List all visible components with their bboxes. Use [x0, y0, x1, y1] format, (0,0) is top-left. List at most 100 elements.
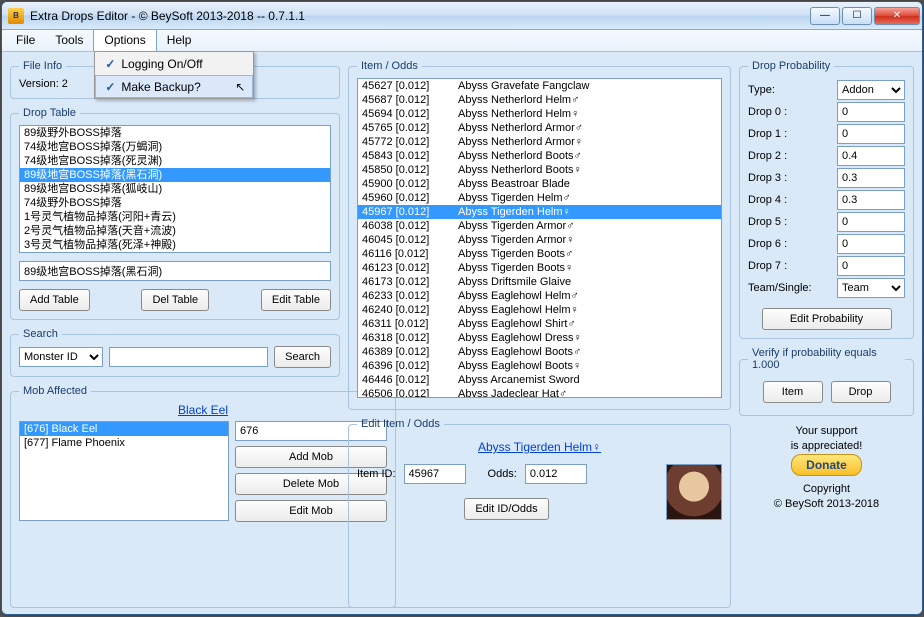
menu-logging-label: Logging On/Off	[121, 57, 202, 71]
menu-backup[interactable]: ✓ Make Backup? ↖	[95, 75, 253, 98]
drop3-label: Drop 3 :	[748, 172, 787, 184]
drop-table-row[interactable]: 74级地宫BOSS掉落(死灵渊)	[20, 154, 330, 168]
drop3-input[interactable]	[837, 168, 905, 188]
item-thumbnail	[666, 464, 722, 520]
check-icon: ✓	[99, 80, 121, 94]
item-odds-row[interactable]: 45694 [0.012]Abyss Netherlord Helm♀	[358, 107, 721, 121]
item-odds-row[interactable]: 45850 [0.012]Abyss Netherlord Boots♀	[358, 163, 721, 177]
titlebar[interactable]: B Extra Drops Editor - © BeySoft 2013-20…	[2, 2, 922, 30]
search-button[interactable]: Search	[274, 346, 331, 368]
item-odds-row[interactable]: 45967 [0.012]Abyss Tigerden Helm♀	[358, 205, 721, 219]
item-odds-row[interactable]: 46240 [0.012]Abyss Eaglehowl Helm♀	[358, 303, 721, 317]
item-odds-row[interactable]: 45772 [0.012]Abyss Netherlord Armor♀	[358, 135, 721, 149]
copyright-owner: © BeySoft 2013-2018	[739, 497, 914, 512]
edit-id-odds-button[interactable]: Edit ID/Odds	[464, 498, 548, 520]
verify-drop-button[interactable]: Drop	[831, 381, 891, 403]
item-odds-row[interactable]: 46506 [0.012]Abyss Jadeclear Hat♂	[358, 387, 721, 398]
mob-row[interactable]: [676] Black Eel	[20, 422, 228, 436]
prob-legend: Drop Probability	[748, 60, 834, 72]
item-odds-row[interactable]: 46116 [0.012]Abyss Tigerden Boots♂	[358, 247, 721, 261]
menu-logging[interactable]: ✓ Logging On/Off	[95, 52, 253, 75]
odds-input[interactable]	[525, 464, 587, 484]
drop1-input[interactable]	[837, 124, 905, 144]
close-button[interactable]: ✕	[874, 7, 920, 25]
drop-table-row[interactable]: 1号灵气植物品掉落(河阳+青云)	[20, 210, 330, 224]
drop0-input[interactable]	[837, 102, 905, 122]
drop-table-group: Drop Table 89级野外BOSS掉落74级地宫BOSS掉落(万蝎洞)74…	[10, 107, 340, 320]
drop-table-row[interactable]: 3号灵气植物品掉落(死泽+神殿)	[20, 238, 330, 252]
item-odds-row[interactable]: 46446 [0.012]Abyss Arcanemist Sword	[358, 373, 721, 387]
search-type-select[interactable]: Monster ID	[19, 347, 103, 367]
drop-table-row[interactable]: 89级地宫BOSS掉落(黑石洞)	[20, 168, 330, 182]
drop-table-input[interactable]	[19, 261, 331, 281]
item-odds-row[interactable]: 46045 [0.012]Abyss Tigerden Armor♀	[358, 233, 721, 247]
item-id-input[interactable]	[404, 464, 466, 484]
edit-probability-button[interactable]: Edit Probability	[762, 308, 892, 330]
item-odds-row[interactable]: 46311 [0.012]Abyss Eaglehowl Shirt♂	[358, 317, 721, 331]
add-table-button[interactable]: Add Table	[19, 289, 90, 311]
drop2-input[interactable]	[837, 146, 905, 166]
drop5-label: Drop 5 :	[748, 216, 787, 228]
drop-table-list[interactable]: 89级野外BOSS掉落74级地宫BOSS掉落(万蝎洞)74级地宫BOSS掉落(死…	[19, 125, 331, 253]
copyright-label: Copyright	[739, 482, 914, 497]
item-odds-row[interactable]: 46038 [0.012]Abyss Tigerden Armor♂	[358, 219, 721, 233]
edit-item-link[interactable]: Abyss Tigerden Helm♀	[478, 440, 601, 454]
drop6-input[interactable]	[837, 234, 905, 254]
app-icon: B	[8, 8, 24, 24]
donate-button[interactable]: Donate	[791, 454, 862, 476]
del-table-button[interactable]: Del Table	[141, 289, 209, 311]
item-odds-row[interactable]: 45687 [0.012]Abyss Netherlord Helm♂	[358, 93, 721, 107]
menu-options[interactable]: Options ✓ Logging On/Off ✓ Make Backup? …	[93, 29, 156, 51]
maximize-button[interactable]: ☐	[842, 7, 872, 25]
drop2-label: Drop 2 :	[748, 150, 787, 162]
item-odds-list[interactable]: 45627 [0.012]Abyss Gravefate Fangclaw456…	[357, 78, 722, 398]
item-odds-row[interactable]: 45627 [0.012]Abyss Gravefate Fangclaw	[358, 79, 721, 93]
drop0-label: Drop 0 :	[748, 106, 787, 118]
mob-list[interactable]: [676] Black Eel[677] Flame Phoenix	[19, 421, 229, 521]
item-odds-row[interactable]: 46233 [0.012]Abyss Eaglehowl Helm♂	[358, 289, 721, 303]
drop4-input[interactable]	[837, 190, 905, 210]
drop-probability-group: Drop Probability Type: Addon Drop 0 :Dro…	[739, 60, 914, 339]
file-info-legend: File Info	[19, 60, 66, 72]
drop6-label: Drop 6 :	[748, 238, 787, 250]
edit-table-button[interactable]: Edit Table	[261, 289, 331, 311]
drop5-input[interactable]	[837, 212, 905, 232]
menu-backup-label: Make Backup?	[121, 80, 200, 94]
item-odds-row[interactable]: 45960 [0.012]Abyss Tigerden Helm♂	[358, 191, 721, 205]
item-odds-row[interactable]: 46396 [0.012]Abyss Eaglehowl Boots♀	[358, 359, 721, 373]
drop7-input[interactable]	[837, 256, 905, 276]
team-select[interactable]: Team	[837, 278, 905, 298]
item-odds-row[interactable]: 45765 [0.012]Abyss Netherlord Armor♂	[358, 121, 721, 135]
item-odds-row[interactable]: 46389 [0.012]Abyss Eaglehowl Boots♂	[358, 345, 721, 359]
version-label: Version: 2	[19, 78, 68, 90]
mob-legend: Mob Affected	[19, 385, 91, 397]
odds-label: Odds:	[488, 468, 517, 480]
minimize-button[interactable]: —	[810, 7, 840, 25]
item-odds-row[interactable]: 46318 [0.012]Abyss Eaglehowl Dress♀	[358, 331, 721, 345]
drop-table-row[interactable]: 74级野外BOSS掉落	[20, 196, 330, 210]
drop7-label: Drop 7 :	[748, 260, 787, 272]
drop-table-row[interactable]: 89级地宫BOSS掉落(狐岐山)	[20, 182, 330, 196]
search-legend: Search	[19, 328, 62, 340]
app-window: B Extra Drops Editor - © BeySoft 2013-20…	[1, 1, 923, 615]
prob-type-select[interactable]: Addon	[837, 80, 905, 100]
verify-item-button[interactable]: Item	[763, 381, 823, 403]
item-odds-row[interactable]: 45900 [0.012]Abyss Beastroar Blade	[358, 177, 721, 191]
item-odds-row[interactable]: 46173 [0.012]Abyss Driftsmile Glaive	[358, 275, 721, 289]
search-input[interactable]	[109, 347, 268, 367]
menu-help[interactable]: Help	[157, 30, 202, 51]
item-odds-row[interactable]: 45843 [0.012]Abyss Netherlord Boots♂	[358, 149, 721, 163]
drop-table-row[interactable]: 74级地宫BOSS掉落(万蝎洞)	[20, 140, 330, 154]
drop1-label: Drop 1 :	[748, 128, 787, 140]
window-title: Extra Drops Editor - © BeySoft 2013-2018…	[30, 9, 810, 23]
mob-row[interactable]: [677] Flame Phoenix	[20, 436, 228, 450]
drop-table-row[interactable]: 2号灵气植物品掉落(天音+流波)	[20, 224, 330, 238]
menu-tools[interactable]: Tools	[45, 30, 93, 51]
menu-file[interactable]: File	[6, 30, 45, 51]
item-odds-row[interactable]: 46123 [0.012]Abyss Tigerden Boots♀	[358, 261, 721, 275]
mob-link[interactable]: Black Eel	[178, 403, 228, 417]
mob-affected-group: Mob Affected Black Eel [676] Black Eel[6…	[10, 385, 396, 608]
item-odds-legend: Item / Odds	[357, 60, 422, 72]
drop-table-row[interactable]: 89级野外BOSS掉落	[20, 126, 330, 140]
support-block: Your support is appreciated! Donate Copy…	[739, 424, 914, 512]
